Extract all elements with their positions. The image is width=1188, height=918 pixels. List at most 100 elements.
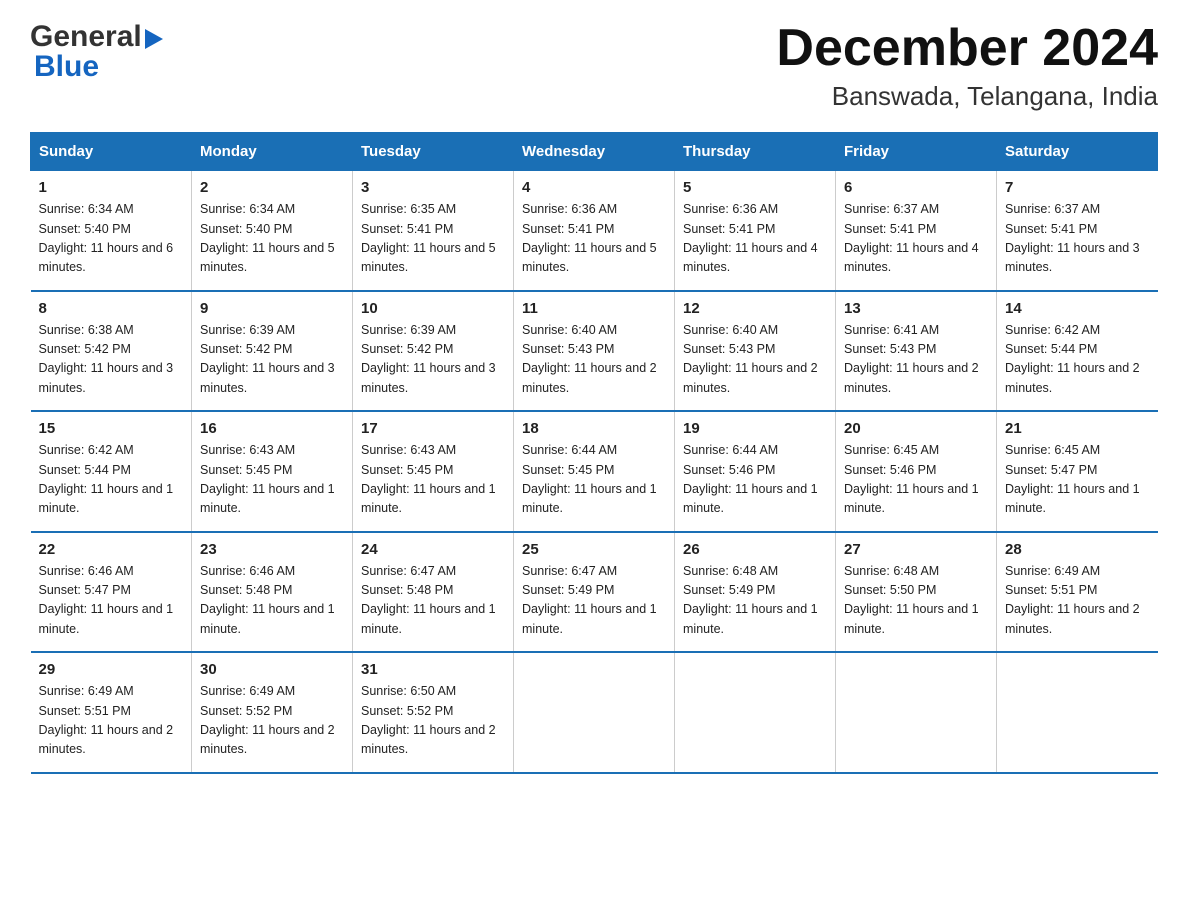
calendar-cell: 17Sunrise: 6:43 AMSunset: 5:45 PMDayligh…	[353, 411, 514, 532]
calendar-cell: 21Sunrise: 6:45 AMSunset: 5:47 PMDayligh…	[997, 411, 1158, 532]
calendar-table: Sunday Monday Tuesday Wednesday Thursday…	[30, 132, 1158, 774]
col-tuesday: Tuesday	[353, 133, 514, 171]
day-info: Sunrise: 6:44 AMSunset: 5:46 PMDaylight:…	[683, 441, 827, 519]
calendar-cell: 16 Sunrise: 6:43 AMSunset: 5:45 PMDayligh…	[192, 411, 353, 532]
day-info: Sunrise: 6:34 AMSunset: 5:40 PMDaylight:…	[200, 200, 344, 278]
calendar-cell: 30 Sunrise: 6:49 AMSunset: 5:52 PMDayligh…	[192, 652, 353, 773]
day-number: 21	[1005, 420, 1150, 437]
day-number: 2	[200, 179, 344, 196]
calendar-week-row: 8 Sunrise: 6:38 AMSunset: 5:42 PMDaylight…	[31, 291, 1158, 412]
calendar-cell: 15 Sunrise: 6:42 AMSunset: 5:44 PMDayligh…	[31, 411, 192, 532]
calendar-cell: 28 Sunrise: 6:49 AMSunset: 5:51 PMDayligh…	[997, 532, 1158, 653]
logo-general-text: General	[30, 20, 142, 54]
day-number: 1	[39, 179, 184, 196]
day-number: 7	[1005, 179, 1150, 196]
day-number: 15	[39, 420, 184, 437]
col-wednesday: Wednesday	[514, 133, 675, 171]
calendar-cell	[514, 652, 675, 773]
col-monday: Monday	[192, 133, 353, 171]
day-number: 24	[361, 541, 505, 558]
calendar-cell: 29Sunrise: 6:49 AMSunset: 5:51 PMDayligh…	[31, 652, 192, 773]
day-info: Sunrise: 6:49 AMSunset: 5:51 PMDaylight:…	[39, 682, 184, 760]
calendar-cell: 3 Sunrise: 6:35 AMSunset: 5:41 PMDaylight…	[353, 171, 514, 291]
calendar-title-section: December 2024 Banswada, Telangana, India	[776, 20, 1158, 112]
page-header: General Blue December 2024 Banswada, Tel…	[30, 20, 1158, 112]
calendar-cell: 20 Sunrise: 6:45 AMSunset: 5:46 PMDayligh…	[836, 411, 997, 532]
calendar-cell: 13 Sunrise: 6:41 AMSunset: 5:43 PMDayligh…	[836, 291, 997, 412]
day-number: 4	[522, 179, 666, 196]
day-number: 10	[361, 300, 505, 317]
calendar-cell: 23Sunrise: 6:46 AMSunset: 5:48 PMDayligh…	[192, 532, 353, 653]
calendar-cell: 5 Sunrise: 6:36 AMSunset: 5:41 PMDaylight…	[675, 171, 836, 291]
day-info: Sunrise: 6:49 AMSunset: 5:52 PMDaylight:…	[200, 682, 344, 760]
day-number: 23	[200, 541, 344, 558]
day-info: Sunrise: 6:42 AMSunset: 5:44 PMDaylight:…	[39, 441, 184, 519]
col-friday: Friday	[836, 133, 997, 171]
day-number: 16	[200, 420, 344, 437]
day-number: 8	[39, 300, 184, 317]
col-thursday: Thursday	[675, 133, 836, 171]
day-number: 9	[200, 300, 344, 317]
calendar-cell: 31Sunrise: 6:50 AMSunset: 5:52 PMDayligh…	[353, 652, 514, 773]
day-number: 3	[361, 179, 505, 196]
day-number: 5	[683, 179, 827, 196]
day-number: 27	[844, 541, 988, 558]
day-number: 28	[1005, 541, 1150, 558]
day-number: 30	[200, 661, 344, 678]
calendar-cell: 11Sunrise: 6:40 AMSunset: 5:43 PMDayligh…	[514, 291, 675, 412]
calendar-cell: 26Sunrise: 6:48 AMSunset: 5:49 PMDayligh…	[675, 532, 836, 653]
day-info: Sunrise: 6:38 AMSunset: 5:42 PMDaylight:…	[39, 321, 184, 399]
calendar-cell: 2 Sunrise: 6:34 AMSunset: 5:40 PMDaylight…	[192, 171, 353, 291]
day-number: 11	[522, 300, 666, 317]
day-info: Sunrise: 6:45 AMSunset: 5:46 PMDaylight:…	[844, 441, 988, 519]
col-sunday: Sunday	[31, 133, 192, 171]
day-number: 13	[844, 300, 988, 317]
day-info: Sunrise: 6:42 AMSunset: 5:44 PMDaylight:…	[1005, 321, 1150, 399]
calendar-cell: 24 Sunrise: 6:47 AMSunset: 5:48 PMDayligh…	[353, 532, 514, 653]
day-info: Sunrise: 6:50 AMSunset: 5:52 PMDaylight:…	[361, 682, 505, 760]
day-number: 12	[683, 300, 827, 317]
location-subtitle: Banswada, Telangana, India	[776, 81, 1158, 112]
day-info: Sunrise: 6:48 AMSunset: 5:49 PMDaylight:…	[683, 562, 827, 640]
day-info: Sunrise: 6:35 AMSunset: 5:41 PMDaylight:…	[361, 200, 505, 278]
calendar-header-row: Sunday Monday Tuesday Wednesday Thursday…	[31, 133, 1158, 171]
day-info: Sunrise: 6:41 AMSunset: 5:43 PMDaylight:…	[844, 321, 988, 399]
day-info: Sunrise: 6:39 AMSunset: 5:42 PMDaylight:…	[200, 321, 344, 399]
calendar-cell: 22Sunrise: 6:46 AMSunset: 5:47 PMDayligh…	[31, 532, 192, 653]
day-number: 18	[522, 420, 666, 437]
logo: General Blue	[30, 20, 163, 84]
day-info: Sunrise: 6:46 AMSunset: 5:47 PMDaylight:…	[39, 562, 184, 640]
day-info: Sunrise: 6:37 AMSunset: 5:41 PMDaylight:…	[844, 200, 988, 278]
day-number: 14	[1005, 300, 1150, 317]
day-info: Sunrise: 6:49 AMSunset: 5:51 PMDaylight:…	[1005, 562, 1150, 640]
calendar-cell: 18Sunrise: 6:44 AMSunset: 5:45 PMDayligh…	[514, 411, 675, 532]
day-info: Sunrise: 6:37 AMSunset: 5:41 PMDaylight:…	[1005, 200, 1150, 278]
calendar-cell	[836, 652, 997, 773]
calendar-week-row: 22Sunrise: 6:46 AMSunset: 5:47 PMDayligh…	[31, 532, 1158, 653]
day-info: Sunrise: 6:48 AMSunset: 5:50 PMDaylight:…	[844, 562, 988, 640]
day-info: Sunrise: 6:36 AMSunset: 5:41 PMDaylight:…	[683, 200, 827, 278]
day-info: Sunrise: 6:40 AMSunset: 5:43 PMDaylight:…	[683, 321, 827, 399]
day-number: 6	[844, 179, 988, 196]
day-number: 17	[361, 420, 505, 437]
day-info: Sunrise: 6:47 AMSunset: 5:48 PMDaylight:…	[361, 562, 505, 640]
day-info: Sunrise: 6:34 AMSunset: 5:40 PMDaylight:…	[39, 200, 184, 278]
logo-blue-text: Blue	[34, 50, 99, 84]
calendar-cell: 14 Sunrise: 6:42 AMSunset: 5:44 PMDayligh…	[997, 291, 1158, 412]
calendar-cell	[997, 652, 1158, 773]
day-info: Sunrise: 6:36 AMSunset: 5:41 PMDaylight:…	[522, 200, 666, 278]
day-number: 20	[844, 420, 988, 437]
calendar-cell: 27 Sunrise: 6:48 AMSunset: 5:50 PMDayligh…	[836, 532, 997, 653]
calendar-week-row: 15 Sunrise: 6:42 AMSunset: 5:44 PMDayligh…	[31, 411, 1158, 532]
calendar-cell: 6 Sunrise: 6:37 AMSunset: 5:41 PMDaylight…	[836, 171, 997, 291]
day-info: Sunrise: 6:43 AMSunset: 5:45 PMDaylight:…	[200, 441, 344, 519]
logo-arrow-icon	[145, 29, 163, 49]
col-saturday: Saturday	[997, 133, 1158, 171]
calendar-week-row: 1 Sunrise: 6:34 AMSunset: 5:40 PMDaylight…	[31, 171, 1158, 291]
day-number: 25	[522, 541, 666, 558]
day-info: Sunrise: 6:39 AMSunset: 5:42 PMDaylight:…	[361, 321, 505, 399]
calendar-cell	[675, 652, 836, 773]
calendar-cell: 4 Sunrise: 6:36 AMSunset: 5:41 PMDaylight…	[514, 171, 675, 291]
day-info: Sunrise: 6:47 AMSunset: 5:49 PMDaylight:…	[522, 562, 666, 640]
calendar-cell: 1 Sunrise: 6:34 AMSunset: 5:40 PMDaylight…	[31, 171, 192, 291]
